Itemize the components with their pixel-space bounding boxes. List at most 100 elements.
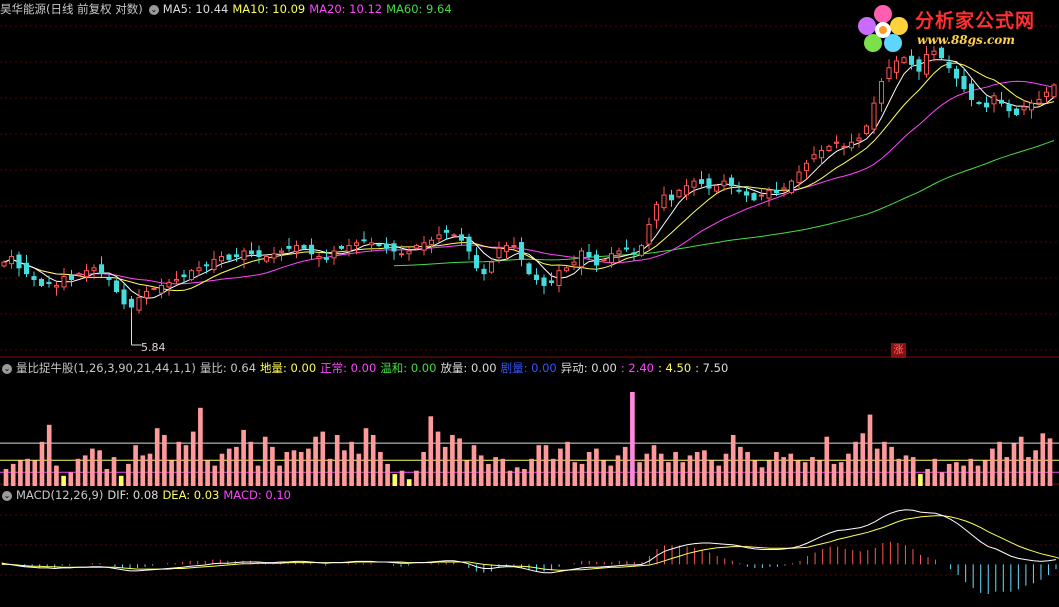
volume-bar [738,446,743,486]
volume-bar [630,392,635,486]
volume-bar [356,453,362,486]
volume-bar [291,450,297,486]
volume-bar [370,435,376,486]
candle-body [248,250,255,255]
dropdown-icon[interactable]: ⌄ [2,363,12,374]
candle-body [451,234,457,237]
candle-body [1028,102,1035,111]
volume-bar [651,445,657,486]
candle-body [818,149,825,159]
volume-bar [126,463,131,486]
candle-body [331,250,337,259]
candle-body [646,224,652,245]
volume-bar [795,460,801,486]
volume-bar [147,453,153,486]
candle-body [31,276,37,280]
volume-bar [1004,457,1010,486]
candle-body [571,261,577,266]
candle-body [188,270,195,281]
candle-body [743,191,750,196]
volume-bar [363,428,369,486]
candle-body [233,254,240,258]
candle-body [368,242,375,246]
volume-bar [46,424,52,486]
volume-bar [550,458,556,486]
candle-body [128,298,135,308]
macd-title: MACD(12,26,9) [16,488,104,502]
limit-up-badge[interactable]: 涨 [891,343,906,358]
volume-bar [601,460,606,486]
volume-bar [118,475,124,486]
volume-bar [450,435,455,486]
candle-body [398,253,405,256]
candle-body [406,250,412,255]
volume-bar [781,457,786,486]
candle-body [488,261,495,273]
volume-header: ⌄ 量比捉牛股(1,26,3,90,21,44,1,1) 量比: 0.64 地量: 0… [0,359,732,377]
volume-bar [961,465,966,486]
volume-bar [910,457,916,486]
candle-body [916,59,922,72]
volume-bar [543,445,549,486]
volume-bar [392,474,398,486]
candle-body [706,178,712,189]
zhengchang-readout: 正常: 0.00 [320,361,377,375]
volume-bar [918,474,923,486]
candle-body [361,239,367,242]
volume-bar [104,469,110,486]
volume-bar [774,452,779,486]
candle-body [286,246,292,249]
candle-body [698,179,705,184]
candle-body [638,245,645,256]
candle-body [301,245,307,249]
candle-body [593,254,600,266]
candle-body [541,277,547,286]
dropdown-icon[interactable]: ⌄ [2,490,12,501]
candle-body [151,287,157,290]
candle-body [38,278,45,286]
volume-bar [212,465,218,486]
candle-body [998,99,1005,104]
dropdown-icon[interactable]: ⌄ [148,4,159,15]
volume-bar [716,465,722,486]
candle-body [241,250,247,261]
watermark-logo: 分析家公式网 www.88gs.com [853,2,1059,54]
volume-bar [644,453,650,486]
diliang-readout: 地量: 0.00 [260,361,317,375]
volume-bar [615,455,621,486]
candle-body [556,270,562,286]
volume-bar [399,470,405,486]
candle-body [68,274,75,280]
volume-bar [572,462,578,486]
threshold-1-readout: : 2.40 [620,361,654,375]
candle-body [76,273,82,276]
candle-body [751,193,757,201]
volume-bar [284,452,290,486]
stock-chart-canvas[interactable] [0,0,1059,607]
volume-bar [342,450,347,486]
volume-bar [831,463,837,486]
volume-bar [975,465,981,486]
volume-bar [493,457,498,486]
candle-body [218,256,225,262]
ma10-readout: MA10: 10.09 [232,2,306,16]
candle-body [773,189,780,194]
candle-body [308,244,315,255]
volume-bar [385,463,390,486]
volume-bar [349,441,354,486]
candle-body [758,194,765,197]
candle-body [263,256,270,262]
volume-bar [226,448,232,486]
candle-body [518,242,525,260]
volume-bar [270,446,275,486]
candle-body [661,194,667,209]
candle-body [503,245,510,252]
candle-body [166,281,172,288]
candle-body [316,256,322,259]
volume-bar [169,460,174,486]
volume-bar [414,470,419,486]
candle-body [563,267,570,272]
volume-bar [3,469,9,486]
candle-body [893,60,900,73]
candle-body [436,234,442,240]
